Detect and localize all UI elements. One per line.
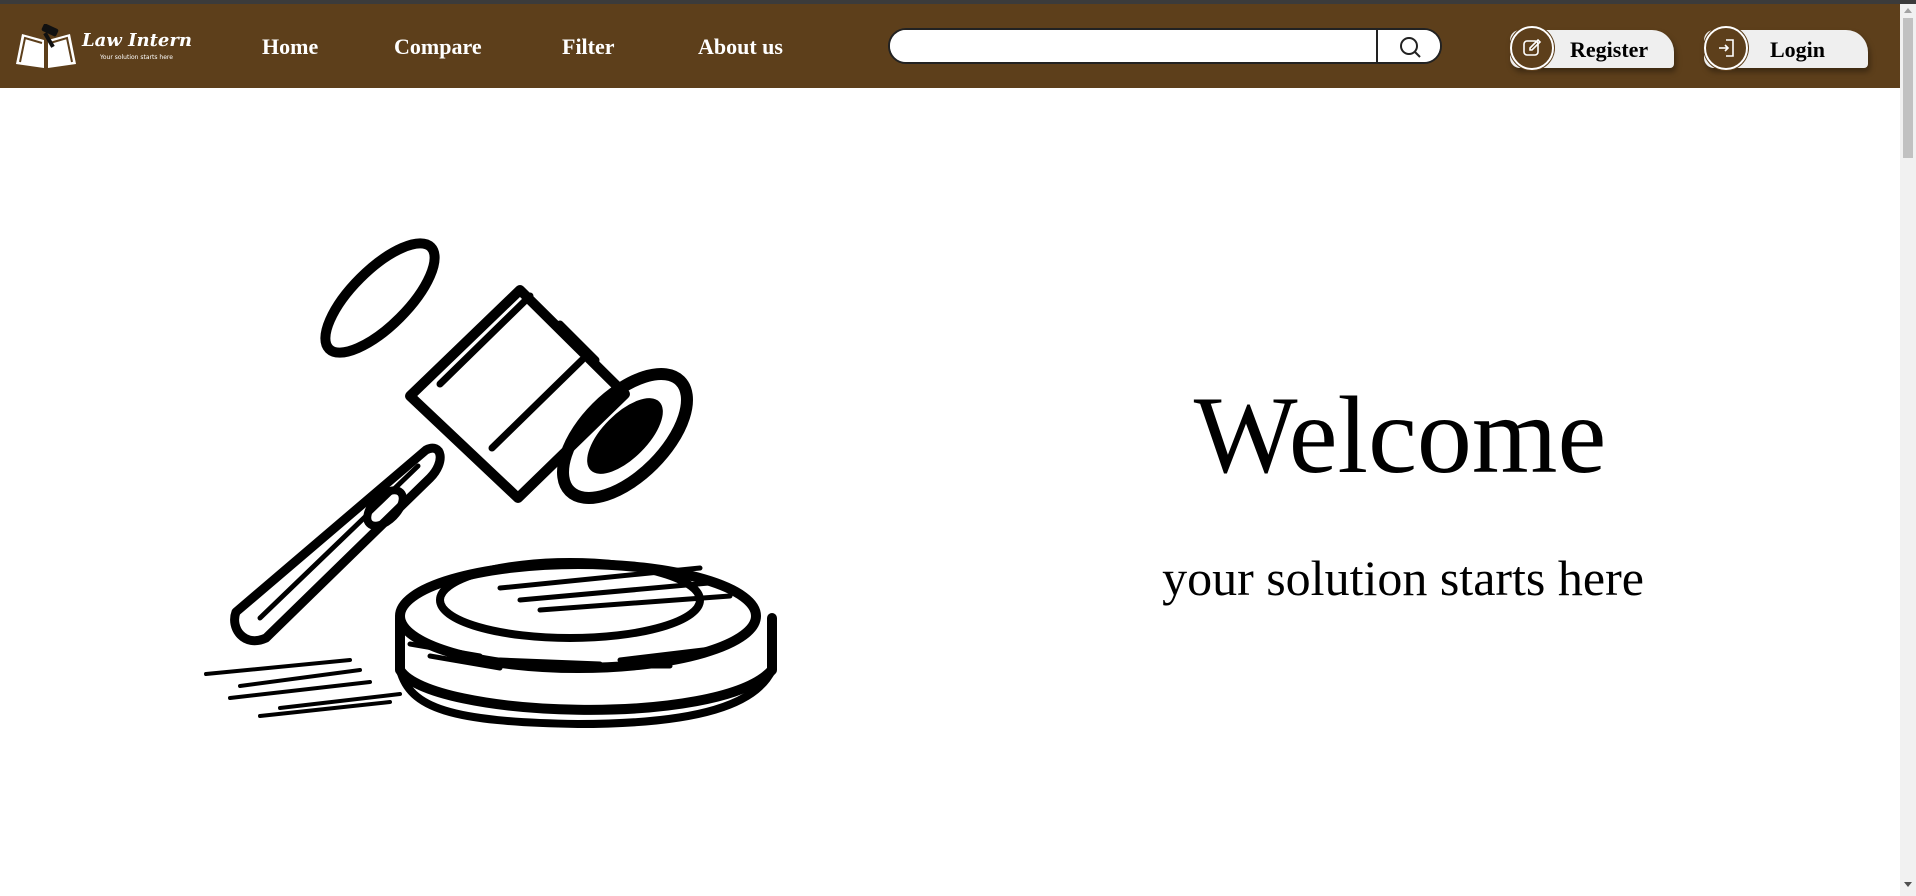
- scroll-thumb[interactable]: [1903, 18, 1913, 158]
- register-label: Register: [1570, 37, 1649, 62]
- book-gavel-logo-icon: [16, 24, 76, 68]
- brand-tagline: Your solution starts here: [100, 54, 173, 61]
- gavel-icon: [204, 238, 777, 728]
- navbar: Law Intern Your solution starts here Hom…: [0, 4, 1900, 88]
- nav-link-about-us[interactable]: About us: [698, 34, 783, 60]
- register-button[interactable]: Register: [1510, 26, 1674, 70]
- nav-link-filter[interactable]: Filter: [562, 34, 615, 60]
- nav-link-home[interactable]: Home: [262, 34, 318, 60]
- vertical-scrollbar[interactable]: [1900, 4, 1916, 896]
- scroll-down-arrow-icon[interactable]: [1904, 882, 1912, 887]
- search-bar: [888, 28, 1442, 64]
- login-icon-circle: [1704, 26, 1748, 70]
- login-icon: [1719, 39, 1734, 57]
- register-icon-circle: [1510, 26, 1554, 70]
- search-button[interactable]: [1376, 30, 1440, 62]
- hero-title: Welcome: [1193, 374, 1607, 496]
- brand-name: Law Intern: [82, 30, 192, 51]
- login-button[interactable]: Login: [1704, 26, 1868, 70]
- search-input[interactable]: [890, 30, 1376, 62]
- edit-icon: [1523, 38, 1542, 56]
- gavel-illustration: [200, 208, 792, 738]
- search-icon: [1400, 37, 1421, 58]
- login-label: Login: [1770, 37, 1826, 62]
- brand-logo[interactable]: Law Intern Your solution starts here: [14, 24, 194, 76]
- nav-link-compare[interactable]: Compare: [394, 34, 482, 60]
- scroll-up-arrow-icon[interactable]: [1904, 8, 1912, 13]
- hero-subtitle: your solution starts here: [1162, 550, 1644, 606]
